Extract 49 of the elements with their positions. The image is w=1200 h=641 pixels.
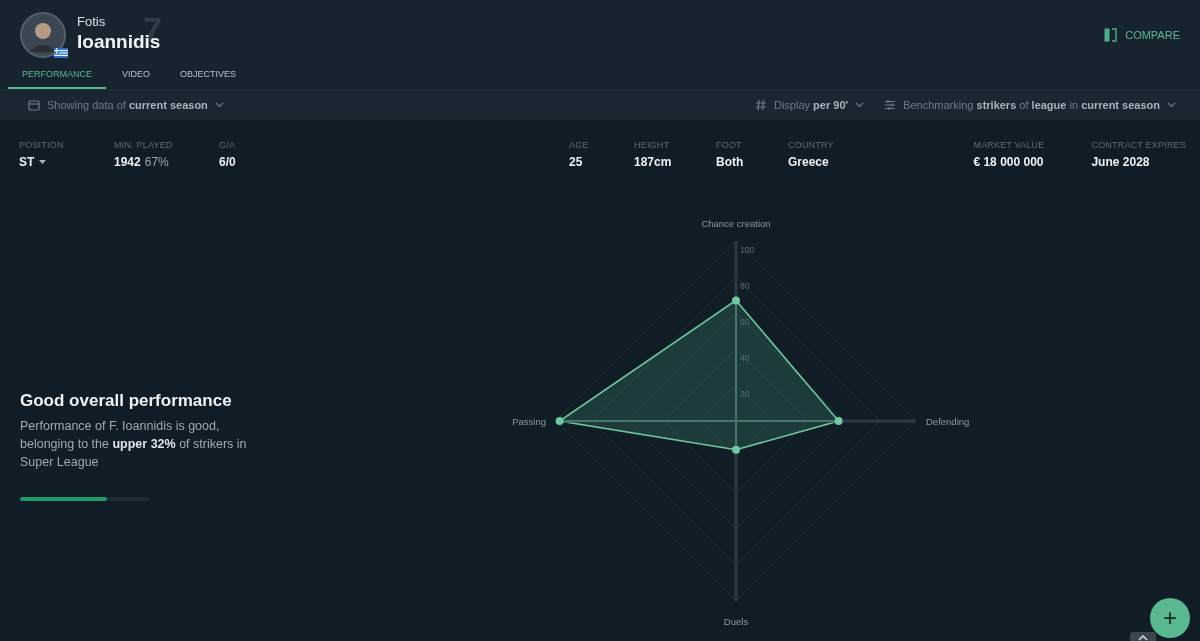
stat-label: AGE <box>569 140 590 150</box>
data-point <box>732 296 740 305</box>
stat-label: G/A <box>219 140 237 150</box>
stat-label: MARKET VALUE <box>973 140 1046 150</box>
stat-value: 1942 <box>114 155 141 169</box>
stat-percentage: 67% <box>144 155 169 169</box>
add-button[interactable]: + <box>1150 598 1190 638</box>
hash-icon <box>755 99 767 111</box>
compare-icon <box>1104 28 1118 42</box>
stat-value: € 18 000 000 <box>973 155 1044 169</box>
chevron-icon <box>1167 102 1176 108</box>
benchmark-filter[interactable]: Benchmarking strikers of league in current season <box>878 95 1182 115</box>
tab[interactable]: VIDEO <box>108 65 165 89</box>
stat-value: 187cm <box>634 155 672 169</box>
stat-value: Greece <box>788 155 829 169</box>
axis-label: Duels <box>723 616 749 627</box>
sliders-icon <box>884 99 897 111</box>
display-filter[interactable]: Display per 90' <box>749 95 871 115</box>
chevron-icon <box>214 102 224 108</box>
calendar-icon <box>28 99 40 111</box>
player-first-name: Fotis <box>77 14 107 29</box>
scale-label: 80 <box>740 281 750 291</box>
stat-label: HEIGHT <box>634 140 671 150</box>
chevron-up-icon <box>1138 635 1148 641</box>
stat-label: MIN. PLAYED <box>114 140 174 150</box>
tab[interactable]: OBJECTIVES <box>166 65 251 89</box>
flag-icon <box>54 48 68 58</box>
data-point <box>555 417 564 425</box>
position-dropdown[interactable]: ST <box>19 155 47 169</box>
stat-value: 6/0 <box>219 155 236 169</box>
scale-label: 100 <box>740 245 755 255</box>
summary-text: Performance of F. Ioannidis is good, belonging to the upper 32% of strikers in Super League <box>20 418 248 471</box>
player-avatar <box>20 12 66 58</box>
data-point <box>834 417 843 425</box>
data-point <box>732 445 740 454</box>
axis-label: Defending <box>926 416 970 427</box>
stat-value: Both <box>716 155 744 169</box>
summary-title: Good overall performance <box>20 391 233 411</box>
stat-value: 25 <box>569 155 583 169</box>
axis-label: Passing <box>512 416 546 427</box>
stat-label: CONTRACT EXPIRES <box>1091 140 1186 150</box>
axis-label: Chance creation <box>701 218 771 229</box>
stat-label: COUNTRY <box>788 140 835 150</box>
stat-label: FOOT <box>716 140 743 150</box>
chevron-icon <box>855 102 865 108</box>
compare-button[interactable]: COMPARE <box>1104 26 1180 44</box>
stat-label: POSITION <box>19 140 65 150</box>
stat-value: June 2028 <box>1091 155 1150 169</box>
season-filter[interactable]: Showing data of current season <box>22 95 230 115</box>
